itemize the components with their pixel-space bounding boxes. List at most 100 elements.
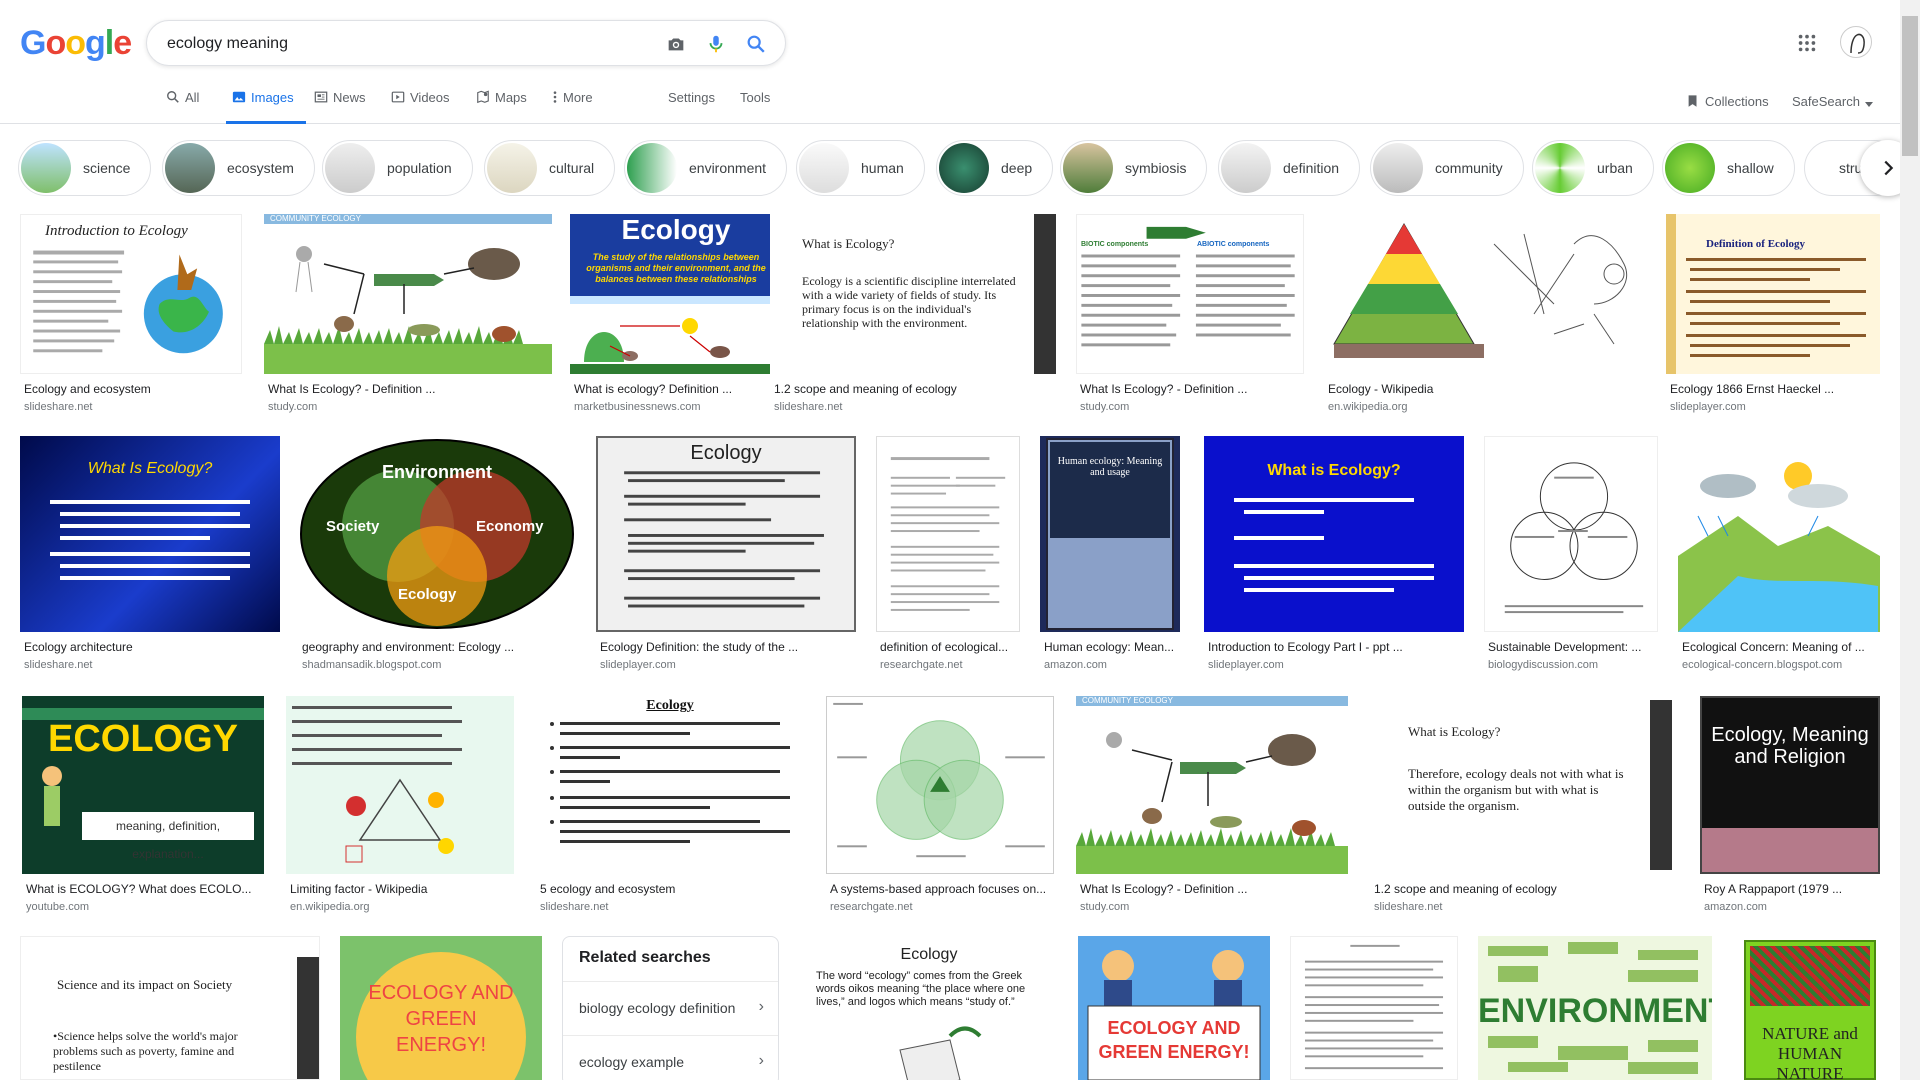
- image-result[interactable]: Sustainable Development: ... biologydisc…: [1484, 436, 1658, 676]
- tab-maps[interactable]: Maps: [476, 86, 527, 124]
- chip[interactable]: shallow: [1662, 140, 1795, 196]
- chip[interactable]: population: [322, 140, 473, 196]
- result-thumbnail: Introduction to Ecology: [20, 214, 242, 374]
- image-result[interactable]: BIOTIC components ABIOTIC components Wha…: [1076, 214, 1304, 414]
- caret-down-icon: [1864, 102, 1873, 107]
- chip[interactable]: environment: [624, 140, 788, 196]
- result-thumbnail: [876, 436, 1020, 632]
- chip[interactable]: deep: [936, 140, 1054, 196]
- search-icon[interactable]: [745, 33, 767, 55]
- safesearch-dropdown[interactable]: SafeSearch: [1792, 90, 1873, 128]
- thumb-title: COMMUNITY ECOLOGY: [1082, 696, 1173, 705]
- text-lines-illustration: [624, 471, 824, 608]
- community-ecology-illustration: [264, 214, 552, 374]
- thumb-label: Ecology: [398, 586, 457, 603]
- logo-letter: o: [65, 24, 86, 62]
- result-domain: study.com: [1080, 401, 1130, 413]
- chip[interactable]: community: [1370, 140, 1524, 196]
- image-result[interactable]: What is Ecology? Introduction to Ecology…: [1204, 436, 1464, 676]
- image-result[interactable]: COMMUNITY ECOLOGY What Is Ecology? - Def…: [1076, 696, 1348, 918]
- result-domain: amazon.com: [1044, 659, 1107, 671]
- chip-thumbnail: [165, 143, 215, 193]
- tab-tools[interactable]: Tools: [740, 86, 770, 124]
- tab-news[interactable]: News: [314, 86, 366, 124]
- chip-thumbnail: [1373, 143, 1423, 193]
- result-thumbnail: BIOTIC components ABIOTIC components: [1076, 214, 1304, 374]
- result-thumbnail: COMMUNITY ECOLOGY: [264, 214, 552, 374]
- google-logo[interactable]: Google: [20, 24, 132, 63]
- result-caption: What Is Ecology? - Definition ...: [1080, 382, 1248, 396]
- image-result[interactable]: Ecology Ecology Definition: the study of…: [596, 436, 856, 676]
- result-caption: geography and environment: Ecology ...: [302, 640, 515, 654]
- image-result[interactable]: ECOLOGY AND GREEN ENERGY!: [1078, 936, 1270, 1080]
- image-result[interactable]: Ecology 5 ecology and ecosystem slidesha…: [536, 696, 804, 918]
- chip[interactable]: cultural: [484, 140, 616, 196]
- news-icon: [314, 91, 328, 103]
- tab-settings[interactable]: Settings: [668, 86, 715, 124]
- thumb-subtitle: Therefore, ecology deals not with what i…: [1408, 766, 1624, 813]
- collections-link[interactable]: Collections: [1686, 90, 1769, 128]
- chip-label: shallow: [1727, 160, 1774, 176]
- chip[interactable]: urban: [1532, 140, 1654, 196]
- tab-videos[interactable]: Videos: [391, 86, 450, 124]
- image-result[interactable]: Ecology, Meaning and Religion Roy A Rapp…: [1700, 696, 1880, 918]
- result-domain: researchgate.net: [830, 901, 913, 913]
- image-result[interactable]: ECOLOGY meaning, definition, explanation…: [22, 696, 264, 918]
- chip[interactable]: definition: [1218, 140, 1361, 196]
- tab-label: Videos: [410, 90, 450, 105]
- microphone-icon[interactable]: [705, 33, 727, 55]
- chip-label: ecosystem: [227, 160, 294, 176]
- apps-grid-icon[interactable]: [1796, 32, 1818, 54]
- camera-icon[interactable]: [665, 33, 687, 55]
- related-search-item[interactable]: ecology example ›: [563, 1035, 778, 1080]
- result-thumbnail: [286, 696, 514, 874]
- image-result[interactable]: Human ecology: Meaning and usage Human e…: [1040, 436, 1180, 676]
- tab-more[interactable]: More: [552, 86, 593, 124]
- image-result[interactable]: Definition of Ecology Ecology 1866 Ernst…: [1666, 214, 1880, 414]
- thumb-title: Science and its impact on Society: [57, 977, 233, 992]
- image-result[interactable]: What Is Ecology? Ecology architecture sl…: [20, 436, 280, 676]
- image-result[interactable]: definition of ecological... researchgate…: [876, 436, 1020, 676]
- image-result[interactable]: ECOLOGY AND GREEN ENERGY!: [340, 936, 542, 1080]
- image-result[interactable]: ENVIRONMENTAL: [1478, 936, 1712, 1080]
- image-result[interactable]: NATURE and HUMAN NATURE: [1740, 936, 1880, 1080]
- tab-all[interactable]: All: [166, 86, 199, 124]
- tab-images[interactable]: Images: [226, 86, 306, 124]
- search-input[interactable]: [167, 32, 627, 56]
- document-page-illustration: [890, 457, 1006, 611]
- result-domain: biologydiscussion.com: [1488, 659, 1599, 671]
- image-result[interactable]: Ecology The study of the relationships b…: [570, 214, 782, 414]
- scrollbar-thumb[interactable]: [1902, 16, 1918, 156]
- image-result[interactable]: Environment Society Economy Ecology geog…: [298, 436, 576, 676]
- image-result[interactable]: Limiting factor - Wikipedia en.wikipedia…: [286, 696, 514, 918]
- image-result[interactable]: Ecological Concern: Meaning of ... ecolo…: [1678, 436, 1880, 676]
- result-caption: definition of ecological...: [880, 640, 1009, 654]
- chip[interactable]: ecosystem: [162, 140, 315, 196]
- image-result[interactable]: Ecology - Wikipedia en.wikipedia.org: [1324, 214, 1646, 414]
- thumb-subtitle: ABIOTIC components: [1197, 241, 1270, 248]
- chevron-right-icon: [1884, 160, 1894, 176]
- chip[interactable]: symbiosis: [1060, 140, 1208, 196]
- text-lines-illustration: [1234, 498, 1434, 592]
- chip-label: science: [83, 160, 131, 176]
- result-thumbnail: ENVIRONMENTAL: [1478, 936, 1712, 1080]
- result-caption: What is ECOLOGY? What does ECOLO...: [26, 882, 252, 896]
- document-page-illustration: [1304, 944, 1444, 1070]
- result-thumbnail: ECOLOGY AND GREEN ENERGY!: [1078, 936, 1270, 1080]
- chip[interactable]: human: [796, 140, 925, 196]
- chip[interactable]: science: [18, 140, 152, 196]
- image-result[interactable]: Science and its impact on Society •Scien…: [20, 936, 320, 1080]
- image-result[interactable]: [1290, 936, 1458, 1080]
- thumb-title: Ecology: [621, 214, 731, 245]
- image-result[interactable]: Introduction to Ecology Ecology and ecos…: [20, 214, 242, 414]
- image-result[interactable]: A systems-based approach focuses on... r…: [826, 696, 1054, 918]
- page-scrollbar[interactable]: [1900, 0, 1920, 1080]
- image-result[interactable]: What is Ecology? Therefore, ecology deal…: [1370, 696, 1674, 918]
- avatar[interactable]: [1840, 26, 1872, 58]
- image-result[interactable]: Ecology The word “ecology” comes from th…: [800, 936, 1058, 1080]
- result-domain: researchgate.net: [880, 659, 963, 671]
- image-result[interactable]: COMMUNITY ECOLOGY What Is Ecology? - Def…: [264, 214, 552, 414]
- maps-icon: [477, 90, 489, 104]
- related-search-item[interactable]: biology ecology definition ›: [563, 981, 778, 1035]
- image-result[interactable]: What is Ecology? Ecology is a scientific…: [770, 214, 1056, 414]
